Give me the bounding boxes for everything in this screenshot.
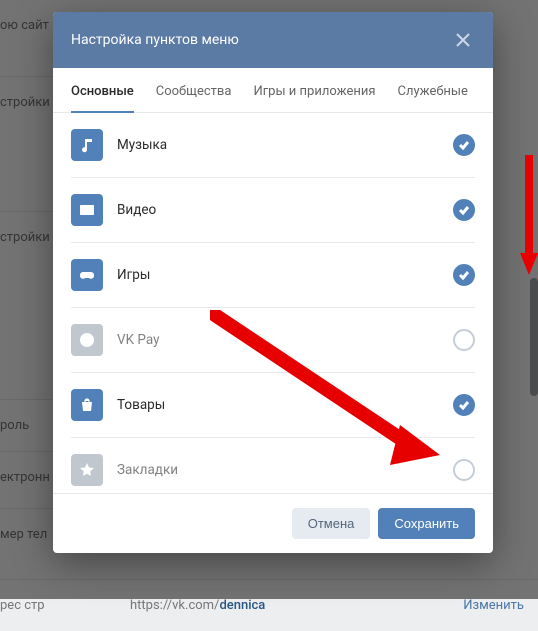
menu-item-vkpay[interactable]: ₽ VK Pay <box>71 308 475 373</box>
video-icon <box>71 194 103 226</box>
svg-text:₽: ₽ <box>84 336 91 346</box>
toggle-bookmarks[interactable] <box>453 459 475 481</box>
close-button[interactable] <box>451 28 475 52</box>
menu-item-label: Закладки <box>103 462 453 478</box>
toggle-music[interactable] <box>453 134 475 156</box>
modal-title: Настройка пунктов меню <box>71 32 451 48</box>
tab-main[interactable]: Основные <box>71 68 134 113</box>
tab-bar: Основные Сообщества Игры и приложения Сл… <box>53 68 493 113</box>
ruble-icon: ₽ <box>71 324 103 356</box>
menu-item-games[interactable]: Игры <box>71 243 475 308</box>
menu-item-label: Видео <box>103 202 453 218</box>
menu-item-label: Музыка <box>103 137 453 153</box>
modal-footer: Отмена Сохранить <box>53 493 493 553</box>
modal-header: Настройка пунктов меню <box>53 12 493 68</box>
star-icon <box>71 454 103 486</box>
menu-item-market[interactable]: Товары <box>71 373 475 438</box>
toggle-market[interactable] <box>453 394 475 416</box>
menu-item-label: VK Pay <box>103 332 453 348</box>
music-icon <box>71 129 103 161</box>
url-slug: dennica <box>219 598 265 613</box>
menu-item-label: Игры <box>103 267 453 283</box>
change-link[interactable]: Изменить <box>463 598 524 613</box>
close-icon <box>456 33 470 47</box>
tab-system[interactable]: Служебные <box>397 68 467 113</box>
url-prefix: https://vk.com/ <box>130 598 219 613</box>
menu-settings-modal: Настройка пунктов меню Основные Сообщест… <box>53 12 493 553</box>
bag-icon <box>71 389 103 421</box>
gamepad-icon <box>71 259 103 291</box>
menu-item-label: Товары <box>103 397 453 413</box>
menu-item-video[interactable]: Видео <box>71 178 475 243</box>
toggle-video[interactable] <box>453 199 475 221</box>
save-button[interactable]: Сохранить <box>378 508 475 539</box>
tab-games-apps[interactable]: Игры и приложения <box>253 68 375 113</box>
menu-item-music[interactable]: Музыка <box>71 113 475 178</box>
toggle-vkpay[interactable] <box>453 329 475 351</box>
cancel-button[interactable]: Отмена <box>292 508 371 539</box>
menu-items-list[interactable]: Музыка Видео Игры ₽ <box>53 113 493 493</box>
tab-communities[interactable]: Сообщества <box>156 68 232 113</box>
menu-item-bookmarks[interactable]: Закладки <box>71 438 475 493</box>
toggle-games[interactable] <box>453 264 475 286</box>
